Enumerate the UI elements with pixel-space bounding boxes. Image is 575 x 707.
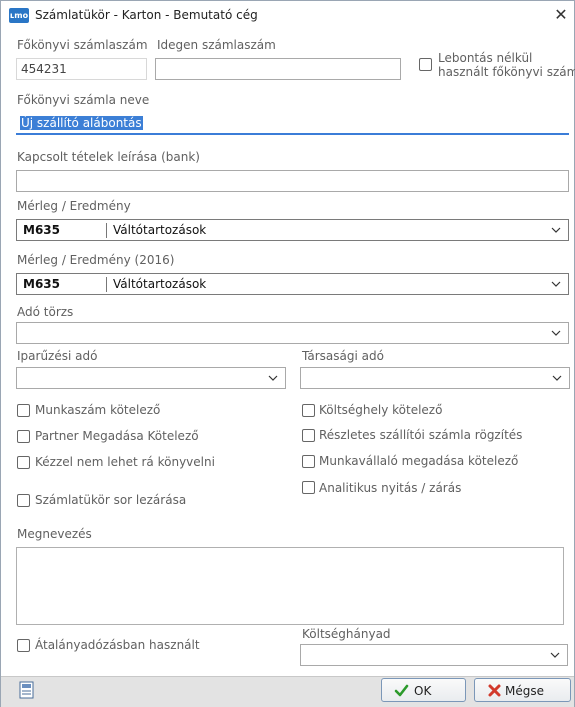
cost-ratio-combo[interactable] (300, 644, 568, 666)
check-icon (394, 683, 409, 698)
ok-button-label: OK (414, 684, 432, 698)
document-icon[interactable] (19, 681, 35, 699)
account-number-label: Főkönyvi számlaszám (17, 38, 148, 52)
combo-separator (106, 277, 107, 292)
window-title: Számlatükör - Karton - Bemutató cég (35, 8, 258, 22)
local-business-tax-label: Iparűzési adó (17, 349, 98, 363)
flat-rate-tax-checkbox[interactable] (17, 639, 30, 652)
balance-result-2016-combo[interactable]: M635 Váltótartozások (16, 273, 569, 295)
title-bar: ʟmo Számlatükör - Karton - Bemutató cég … (1, 1, 574, 31)
close-chart-row-checkbox[interactable] (17, 494, 30, 507)
chevron-down-icon[interactable] (267, 372, 279, 384)
partner-required-label: Partner Megadása Kötelező (35, 429, 199, 443)
account-name-selected-text: Új szállító alábontás (20, 116, 143, 130)
balance-result-2016-label: Mérleg / Eredmény (2016) (17, 253, 175, 267)
analytic-open-close-label: Analitikus nyitás / zárás (319, 481, 462, 495)
close-icon[interactable]: ✕ (552, 6, 570, 24)
close-chart-row-label: Számlatükör sor lezárása (35, 493, 187, 507)
foreign-account-label: Idegen számlaszám (157, 38, 276, 52)
cancel-button-label: Mégse (505, 684, 544, 698)
account-card-dialog: ʟmo Számlatükör - Karton - Bemutató cég … (0, 0, 575, 707)
no-manual-posting-checkbox[interactable] (17, 456, 30, 469)
no-split-checkbox[interactable] (419, 58, 432, 71)
job-number-required-label: Munkaszám kötelező (35, 403, 161, 417)
combo-separator (106, 223, 107, 238)
balance-result-combo[interactable]: M635 Váltótartozások (16, 219, 569, 241)
no-split-label-line2: használt főkönyvi szám (438, 65, 575, 79)
employee-required-checkbox[interactable] (302, 455, 315, 468)
chevron-down-icon[interactable] (551, 372, 563, 384)
foreign-account-field[interactable] (155, 58, 401, 80)
employee-required-label: Munkavállaló megadása kötelező (319, 454, 519, 468)
description-label: Megnevezés (17, 527, 92, 541)
cancel-x-icon (487, 683, 502, 698)
account-name-field[interactable]: Új szállító alábontás (16, 113, 569, 135)
cost-ratio-label: Költséghányad (302, 627, 391, 641)
chevron-down-icon[interactable] (550, 224, 562, 236)
app-icon: ʟmo (9, 8, 29, 23)
chevron-down-icon[interactable] (549, 649, 561, 661)
chevron-down-icon[interactable] (550, 278, 562, 290)
corporate-tax-combo[interactable] (300, 367, 570, 389)
corporate-tax-label: Társasági adó (302, 349, 384, 363)
flat-rate-tax-label: Átalányadózásban használt (35, 638, 200, 652)
analytic-open-close-checkbox[interactable] (302, 481, 315, 494)
detailed-supplier-invoice-label: Részletes szállítói számla rögzítés (319, 428, 523, 442)
balance-result-code: M635 (23, 223, 60, 237)
description-memo[interactable] (16, 547, 564, 625)
balance-result-2016-value: Váltótartozások (113, 277, 207, 291)
chevron-down-icon[interactable] (550, 327, 562, 339)
cancel-button[interactable]: Mégse (474, 678, 571, 702)
balance-result-label: Mérleg / Eredmény (17, 199, 131, 213)
balance-result-2016-code: M635 (23, 277, 60, 291)
no-manual-posting-label: Kézzel nem lehet rá könyvelni (35, 455, 215, 469)
local-business-tax-combo[interactable] (16, 367, 286, 389)
account-number-field[interactable]: 454231 (16, 58, 147, 80)
bank-description-field[interactable] (16, 170, 569, 192)
balance-result-value: Váltótartozások (113, 223, 207, 237)
detailed-supplier-invoice-checkbox[interactable] (302, 429, 315, 442)
cost-center-required-label: Költséghely kötelező (319, 403, 443, 417)
cost-center-required-checkbox[interactable] (302, 404, 315, 417)
job-number-required-checkbox[interactable] (17, 404, 30, 417)
tax-master-combo[interactable] (16, 322, 569, 344)
ok-button[interactable]: OK (381, 678, 466, 702)
bank-description-label: Kapcsolt tételek leírása (bank) (17, 150, 200, 164)
tax-master-label: Adó törzs (17, 305, 74, 319)
partner-required-checkbox[interactable] (17, 430, 30, 443)
no-split-label-line1: Lebontás nélkül (438, 51, 533, 65)
account-name-label: Főkönyvi számla neve (17, 93, 150, 107)
